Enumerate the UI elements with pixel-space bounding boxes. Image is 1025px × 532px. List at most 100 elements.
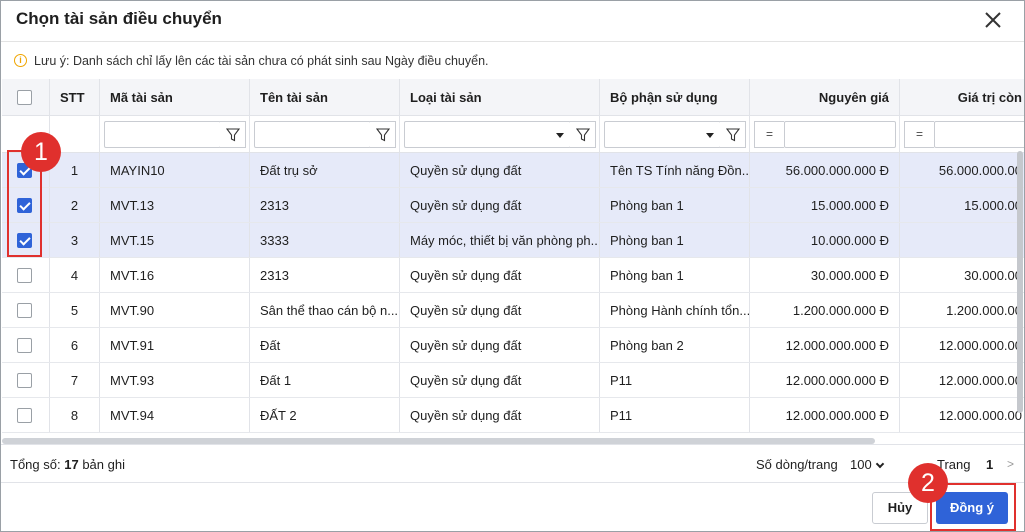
cell-stt: 5 <box>50 293 100 327</box>
filter-cost-cell: = <box>750 116 900 152</box>
table-row[interactable]: 2 MVT.13 2313 Quyền sử dụng đất Phòng ban 11… <box>2 188 1024 223</box>
row-checkbox[interactable] <box>17 303 32 318</box>
cell-type: Máy móc, thiết bị văn phòng ph... <box>400 223 600 257</box>
note-bar: i Lưu ý: Danh sách chỉ lấy lên các tài s… <box>1 41 1024 79</box>
cell-dept: Phòng ban 1 <box>600 223 750 257</box>
filter-type-select[interactable] <box>404 121 571 148</box>
filter-cost-operator[interactable]: = <box>754 121 784 148</box>
header-type[interactable]: Loại tài sản <box>400 79 600 115</box>
cell-name: Đất <box>250 328 400 362</box>
cell-cost: 1.200.000.000 Đ <box>750 293 900 327</box>
cell-stt: 4 <box>50 258 100 292</box>
step-badge-2: 2 <box>908 463 948 503</box>
cell-name: Đất 1 <box>250 363 400 397</box>
row-checkbox[interactable] <box>17 338 32 353</box>
cell-type: Quyền sử dụng đất <box>400 258 600 292</box>
cell-cost: 15.000.000 Đ <box>750 188 900 222</box>
cell-stt: 2 <box>50 188 100 222</box>
cell-cost: 12.000.000.000 Đ <box>750 328 900 362</box>
cell-dept: Phòng Hành chính tổn... <box>600 293 750 327</box>
page-size-select[interactable]: 100 <box>850 457 872 472</box>
cell-code: MVT.94 <box>100 398 250 432</box>
cell-remain: 12.000.000.00 <box>938 338 1022 353</box>
header-cost[interactable]: Nguyên giá <box>750 79 900 115</box>
filter-remain-operator[interactable]: = <box>904 121 934 148</box>
filter-row: = = <box>2 116 1024 153</box>
cell-code: MAYIN10 <box>100 153 250 187</box>
funnel-icon <box>726 128 740 142</box>
cell-dept: Phòng ban 1 <box>600 258 750 292</box>
cell-type: Quyền sử dụng đất <box>400 293 600 327</box>
dialog-title: Chọn tài sản điều chuyển <box>16 9 222 28</box>
grid-footer: Tổng số: 17 bản ghi Số dòng/trang 100 Tr… <box>1 444 1024 482</box>
cell-code: MVT.16 <box>100 258 250 292</box>
row-select-cell <box>2 363 50 397</box>
row-checkbox[interactable] <box>17 268 32 283</box>
table-row[interactable]: 6 MVT.91 Đất Quyền sử dụng đất Phòng ban 2 12… <box>2 328 1024 363</box>
cell-type: Quyền sử dụng đất <box>400 398 600 432</box>
header-stt[interactable]: STT <box>50 79 100 115</box>
cell-dept: Tên TS Tính năng Đồn... <box>600 153 750 187</box>
cell-type: Quyền sử dụng đất <box>400 328 600 362</box>
page-size-label: Số dòng/trang <box>756 457 838 472</box>
close-icon[interactable] <box>983 10 1003 30</box>
filter-dept-select[interactable] <box>604 121 721 148</box>
header-dept[interactable]: Bộ phận sử dụng <box>600 79 750 115</box>
filter-code-button[interactable] <box>220 121 246 148</box>
cell-code: MVT.15 <box>100 223 250 257</box>
table-row[interactable]: 5 MVT.90 Sân thể thao cán bộ n... Quyền sử … <box>2 293 1024 328</box>
select-all-checkbox[interactable] <box>17 90 32 105</box>
cell-name: 3333 <box>250 223 400 257</box>
filter-type-button[interactable] <box>570 121 596 148</box>
filter-remain-input[interactable] <box>934 121 1024 148</box>
header-remain[interactable]: Giá trị còn <box>900 79 1024 115</box>
cell-remain: 15.000.00 <box>964 198 1022 213</box>
total-suffix: bản ghi <box>82 457 125 472</box>
step-badge-1: 1 <box>21 132 61 172</box>
filter-code-cell <box>100 116 250 152</box>
cell-remain <box>900 223 1024 257</box>
cell-name: ĐẤT 2 <box>250 398 400 432</box>
table-row[interactable]: 1 MAYIN10 Đất trụ sở Quyền sử dụng đất Tên T… <box>2 153 1024 188</box>
header-name[interactable]: Tên tài sản <box>250 79 400 115</box>
cell-remain: 56.000.000.00 <box>938 163 1022 178</box>
total-records: Tổng số: 17 bản ghi <box>10 457 125 472</box>
chevron-down-icon[interactable] <box>875 459 885 469</box>
header-code[interactable]: Mã tài sản <box>100 79 250 115</box>
cell-type: Quyền sử dụng đất <box>400 188 600 222</box>
funnel-icon <box>226 128 240 142</box>
cell-cost: 56.000.000.000 Đ <box>750 153 900 187</box>
cell-code: MVT.90 <box>100 293 250 327</box>
filter-dept-button[interactable] <box>720 121 746 148</box>
row-checkbox[interactable] <box>17 373 32 388</box>
filter-cost-input[interactable] <box>784 121 896 148</box>
table-row[interactable]: 3 MVT.15 3333 Máy móc, thiết bị văn phòng p… <box>2 223 1024 258</box>
filter-code-input[interactable] <box>104 121 221 148</box>
cell-dept: Phòng ban 1 <box>600 188 750 222</box>
cell-code: MVT.93 <box>100 363 250 397</box>
filter-remain-cell: = <box>900 116 1024 152</box>
cell-remain: 30.000.00 <box>964 268 1022 283</box>
cell-stt: 3 <box>50 223 100 257</box>
cell-type: Quyền sử dụng đất <box>400 153 600 187</box>
row-select-cell <box>2 258 50 292</box>
cell-name: 2313 <box>250 188 400 222</box>
table-row[interactable]: 7 MVT.93 Đất 1 Quyền sử dụng đất P11 12.000.0… <box>2 363 1024 398</box>
vertical-scrollbar[interactable] <box>1017 151 1023 413</box>
asset-grid: STT Mã tài sản Tên tài sản Loại tài sản … <box>2 79 1024 441</box>
table-row[interactable]: 4 MVT.16 2313 Quyền sử dụng đất Phòng ban 13… <box>2 258 1024 293</box>
next-page-button[interactable]: > <box>1007 457 1014 471</box>
cell-cost: 12.000.000.000 Đ <box>750 398 900 432</box>
cell-remain: 12.000.000.00 <box>938 373 1022 388</box>
row-select-cell <box>2 328 50 362</box>
cell-code: MVT.91 <box>100 328 250 362</box>
cell-dept: P11 <box>600 398 750 432</box>
info-icon: i <box>14 54 27 67</box>
cell-name: Đất trụ sở <box>250 153 400 187</box>
row-checkbox[interactable] <box>17 408 32 423</box>
filter-name-button[interactable] <box>370 121 396 148</box>
cell-type: Quyền sử dụng đất <box>400 363 600 397</box>
table-row[interactable]: 8 MVT.94 ĐẤT 2 Quyền sử dụng đất P11 12.000.0… <box>2 398 1024 433</box>
filter-name-input[interactable] <box>254 121 371 148</box>
total-label: Tổng số: <box>10 457 61 472</box>
